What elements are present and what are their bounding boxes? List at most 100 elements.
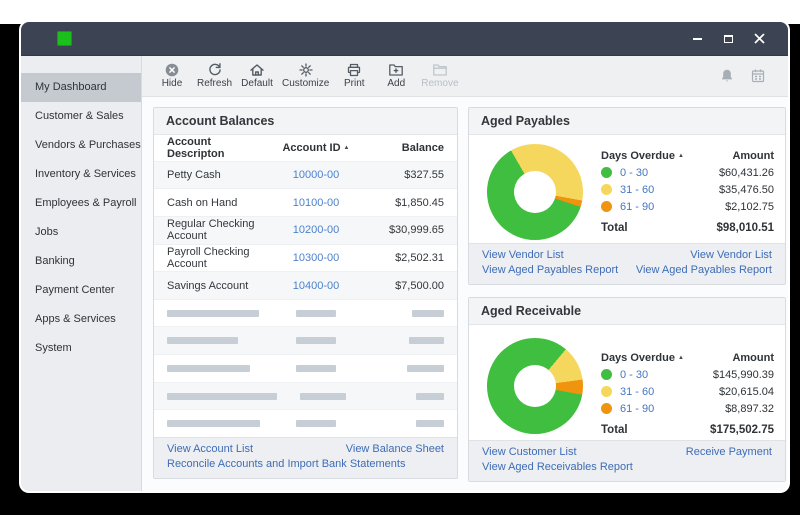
view-aged-payables-report-link[interactable]: View Aged Payables Report xyxy=(482,263,618,278)
legend-dot-61-90 xyxy=(601,403,612,414)
legend-total-row: Total $98,010.51 xyxy=(601,218,774,238)
skeleton-bar xyxy=(296,364,336,372)
table-row: Cash on Hand 10100-00 $1,850.45 xyxy=(154,188,457,216)
sidebar-item-system[interactable]: System xyxy=(21,334,141,363)
bell-icon[interactable] xyxy=(719,68,735,84)
legend-label-link[interactable]: 31 - 60 xyxy=(620,184,654,196)
sort-asc-icon: ▲ xyxy=(677,152,684,159)
view-aged-payables-report-link[interactable]: View Aged Payables Report xyxy=(636,263,772,278)
sidebar-item-banking[interactable]: Banking xyxy=(21,247,141,276)
panel-title: Account Balances xyxy=(154,108,457,135)
sidebar-item-apps-services[interactable]: Apps & Services xyxy=(21,305,141,334)
donut-hole xyxy=(514,171,556,213)
total-amount: $98,010.51 xyxy=(716,222,774,234)
folder-plus-icon xyxy=(389,64,404,76)
skeleton-bar xyxy=(416,420,444,428)
legend-amount: $8,897.32 xyxy=(725,402,774,415)
legend-row: 61 - 90 $2,102.75 xyxy=(601,198,774,215)
legend-label-link[interactable]: 0 - 30 xyxy=(620,167,648,179)
sidebar-item-jobs[interactable]: Jobs xyxy=(21,218,141,247)
account-id-link[interactable]: 10200-00 xyxy=(293,224,340,236)
panel-title: Aged Receivable xyxy=(469,298,785,325)
legend-row: 31 - 60 $20,615.04 xyxy=(601,383,774,400)
legend-dot-0-30 xyxy=(601,369,612,380)
titlebar xyxy=(21,22,788,56)
account-id-link[interactable]: 10300-00 xyxy=(293,252,340,264)
calendar-icon[interactable] xyxy=(750,68,766,84)
maximize-button[interactable] xyxy=(722,32,735,45)
account-id-link[interactable]: 10400-00 xyxy=(293,280,340,292)
printer-icon xyxy=(348,63,361,77)
account-id-link[interactable]: 10000-00 xyxy=(293,169,340,181)
legend-header-amount: Amount xyxy=(732,351,774,364)
skeleton-row xyxy=(154,326,457,355)
table-header: Account Descripton Account ID ▲ Balance xyxy=(154,135,457,161)
close-button[interactable] xyxy=(753,32,766,45)
minimize-button[interactable] xyxy=(691,32,704,45)
column-balance[interactable]: Balance xyxy=(364,142,444,154)
customize-button[interactable]: Customize xyxy=(282,62,329,90)
view-vendor-list-link[interactable]: View Vendor List xyxy=(482,248,564,263)
skeleton-bar xyxy=(412,309,444,317)
view-aged-receivables-report-link[interactable]: View Aged Receivables Report xyxy=(482,460,633,475)
column-account-description[interactable]: Account Descripton xyxy=(167,136,268,160)
account-description: Payroll Checking Account xyxy=(167,245,250,270)
sidebar-item-inventory-services[interactable]: Inventory & Services xyxy=(21,160,141,189)
view-vendor-list-link[interactable]: View Vendor List xyxy=(690,248,772,263)
account-balances-footer: View Account List View Balance Sheet Rec… xyxy=(154,437,457,478)
account-description: Petty Cash xyxy=(167,169,221,181)
legend-header-days-overdue[interactable]: Days Overdue ▲ xyxy=(601,352,684,364)
dashboard-content: Account Balances Account Descripton Acco… xyxy=(142,97,788,491)
view-customer-list-link[interactable]: View Customer List xyxy=(482,445,577,460)
refresh-icon xyxy=(208,63,221,76)
account-description: Regular Checking Account xyxy=(167,218,255,243)
skeleton-bar xyxy=(409,337,444,345)
aged-payables-footer: View Vendor List View Vendor List View A… xyxy=(469,243,785,284)
toolbar: Hide Refresh Default Customize Print Add… xyxy=(142,56,788,97)
legend-row: 0 - 30 $60,431.26 xyxy=(601,164,774,181)
sidebar-item-payment-center[interactable]: Payment Center xyxy=(21,276,141,305)
skeleton-bar xyxy=(296,337,336,345)
skeleton-row xyxy=(154,381,457,410)
sidebar-item-my-dashboard[interactable]: My Dashboard xyxy=(21,73,141,102)
sidebar-item-vendors-purchases[interactable]: Vendors & Purchases xyxy=(21,131,141,160)
skeleton-bar xyxy=(167,337,238,345)
account-id-link[interactable]: 10100-00 xyxy=(293,197,340,209)
legend-dot-61-90 xyxy=(601,201,612,212)
aged-payables-legend: Days Overdue▲ Amount 0 - 30 $60,431.26 xyxy=(601,147,774,238)
app-logo xyxy=(57,31,72,46)
skeleton-bar xyxy=(299,392,346,400)
reconcile-accounts-link[interactable]: Reconcile Accounts and Import Bank State… xyxy=(167,457,405,472)
legend-label-link[interactable]: 31 - 60 xyxy=(620,386,654,398)
skeleton-bar xyxy=(167,364,250,372)
legend-row: 61 - 90 $8,897.32 xyxy=(601,400,774,417)
maximize-icon xyxy=(724,34,733,43)
refresh-button[interactable]: Refresh xyxy=(197,62,232,90)
table-row: Savings Account 10400-00 $7,500.00 xyxy=(154,271,457,299)
panel-title: Aged Payables xyxy=(469,108,785,135)
legend-header-days-overdue[interactable]: Days Overdue ▲ xyxy=(601,150,684,162)
legend-dot-31-60 xyxy=(601,386,612,397)
skeleton-bar xyxy=(416,392,444,400)
remove-button: Remove xyxy=(421,62,459,90)
legend-label-link[interactable]: 61 - 90 xyxy=(620,403,654,415)
legend-label-link[interactable]: 0 - 30 xyxy=(620,369,648,381)
legend-dot-0-30 xyxy=(601,167,612,178)
default-button[interactable]: Default xyxy=(240,62,274,90)
add-button[interactable]: Add xyxy=(379,62,413,90)
legend-label-link[interactable]: 61 - 90 xyxy=(620,201,654,213)
view-account-list-link[interactable]: View Account List xyxy=(167,442,253,457)
sort-asc-icon: ▲ xyxy=(343,144,350,151)
print-button[interactable]: Print xyxy=(337,62,371,90)
legend-header-amount: Amount xyxy=(732,149,774,162)
sidebar-item-employees-payroll[interactable]: Employees & Payroll xyxy=(21,189,141,218)
view-balance-sheet-link[interactable]: View Balance Sheet xyxy=(346,442,444,457)
aged-receivable-panel: Aged Receivable Days Overdue ▲ Amount 0 … xyxy=(468,297,786,482)
sidebar-item-customer-sales[interactable]: Customer & Sales xyxy=(21,102,141,131)
aged-receivable-legend: Days Overdue▲ Amount 0 - 30 $145,990.39 xyxy=(601,349,774,440)
hide-button[interactable]: Hide xyxy=(155,62,189,90)
legend-amount: $20,615.04 xyxy=(718,385,774,398)
legend-amount: $60,431.26 xyxy=(718,166,774,179)
column-account-id[interactable]: Account ID ▲ xyxy=(268,142,364,154)
receive-payment-link[interactable]: Receive Payment xyxy=(686,445,772,460)
